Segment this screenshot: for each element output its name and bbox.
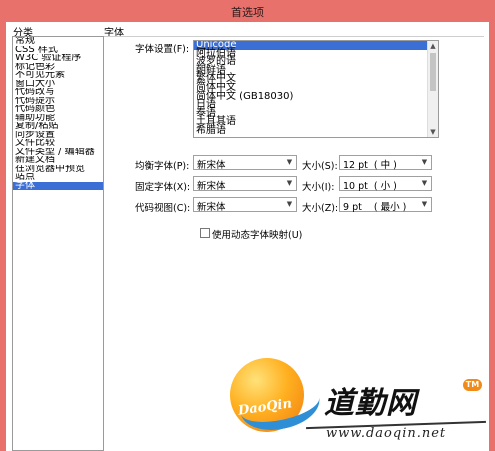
code-view-font-select[interactable]: 新宋体 ▼: [193, 197, 297, 213]
encoding-item[interactable]: 日语: [194, 100, 438, 110]
window-frame-right: [489, 22, 495, 451]
encoding-list[interactable]: Unicode 阿拉伯语 波罗的语 朝鲜语 繁体中文 简体中文 简体中文 (GB18030)…: [193, 40, 439, 138]
proportional-size-select[interactable]: 12 pt ( 中 ) ▼: [339, 155, 432, 171]
encoding-item[interactable]: 希腊语: [194, 126, 438, 136]
title-bar: 首选项: [0, 0, 495, 22]
category-item[interactable]: 文件类型 / 编辑器: [13, 148, 103, 157]
code-view-size-value: 9 pt ( 最小 ): [343, 202, 407, 213]
category-item[interactable]: 复制/粘贴: [13, 122, 103, 131]
proportional-font-value: 新宋体: [197, 160, 226, 171]
watermark-brand-name: 道勤网: [324, 386, 417, 421]
category-item[interactable]: 代码颜色: [13, 105, 103, 114]
fixed-font-select[interactable]: 新宋体 ▼: [193, 176, 297, 192]
fixed-font-label: 固定字体(X):: [135, 182, 191, 193]
category-item[interactable]: 代码改写: [13, 88, 103, 97]
chevron-down-icon: ▼: [286, 179, 293, 187]
dynamic-font-mapping-label[interactable]: 使用动态字体映射(U): [212, 227, 302, 241]
section-divider: [104, 36, 484, 37]
watermark-url: www.daoqin.net: [326, 426, 447, 441]
category-item[interactable]: 标记色彩: [13, 63, 103, 72]
chevron-down-icon: ▼: [421, 158, 428, 166]
proportional-font-select[interactable]: 新宋体 ▼: [193, 155, 297, 171]
dynamic-font-mapping-checkbox[interactable]: [200, 228, 210, 238]
fixed-size-value: 10 pt ( 小 ): [343, 181, 397, 192]
category-list[interactable]: 常规 CSS 样式 W3C 验证程序 标记色彩 不可见元素 窗口大小 代码改写 代码提示 代码颜…: [12, 36, 104, 451]
code-view-font-label: 代码视图(C):: [135, 203, 191, 214]
fixed-font-value: 新宋体: [197, 181, 226, 192]
scroll-up-icon[interactable]: ▲: [428, 41, 438, 51]
dialog-body: 分类 常规 CSS 样式 W3C 验证程序 标记色彩 不可见元素 窗口大小 代码改写 代码提示…: [6, 22, 489, 451]
category-item[interactable]: W3C 验证程序: [13, 54, 103, 63]
code-view-size-select[interactable]: 9 pt ( 最小 ) ▼: [339, 197, 432, 213]
code-view-font-value: 新宋体: [197, 202, 226, 213]
chevron-down-icon: ▼: [286, 200, 293, 208]
category-item[interactable]: 不可见元素: [13, 71, 103, 80]
category-item[interactable]: 辅助功能: [13, 114, 103, 123]
category-item[interactable]: 字体: [13, 181, 103, 190]
category-item[interactable]: 在浏览器中预览: [13, 165, 103, 174]
category-item[interactable]: 新建文档: [13, 156, 103, 165]
encoding-item[interactable]: 波罗的语: [194, 57, 438, 67]
chevron-down-icon: ▼: [421, 200, 428, 208]
category-item[interactable]: 站点: [13, 173, 103, 182]
category-item[interactable]: 文件比较: [13, 139, 103, 148]
scroll-thumb[interactable]: [430, 53, 436, 91]
code-view-size-label: 大小(Z):: [302, 203, 339, 214]
fixed-size-select[interactable]: 10 pt ( 小 ) ▼: [339, 176, 432, 192]
scroll-down-icon[interactable]: ▼: [428, 127, 438, 137]
encoding-item[interactable]: 简体中文 (GB18030): [194, 91, 438, 102]
proportional-font-label: 均衡字体(P):: [135, 161, 190, 172]
category-item[interactable]: 窗口大小: [13, 80, 103, 89]
fixed-size-label: 大小(I):: [302, 182, 335, 193]
encoding-label: 字体设置(F):: [135, 44, 190, 55]
proportional-size-label: 大小(S):: [302, 161, 338, 172]
category-item[interactable]: 常规: [13, 37, 103, 46]
encoding-item[interactable]: 土耳其语: [194, 117, 438, 127]
chevron-down-icon: ▼: [421, 179, 428, 187]
watermark-trademark-badge: TM: [463, 379, 482, 391]
chevron-down-icon: ▼: [286, 158, 293, 166]
category-item[interactable]: CSS 样式: [13, 46, 103, 55]
category-item[interactable]: 同步设置: [13, 131, 103, 140]
proportional-size-value: 12 pt ( 中 ): [343, 160, 397, 171]
category-item[interactable]: 代码提示: [13, 97, 103, 106]
encoding-scrollbar[interactable]: ▲ ▼: [427, 41, 438, 137]
window-title: 首选项: [231, 6, 264, 19]
